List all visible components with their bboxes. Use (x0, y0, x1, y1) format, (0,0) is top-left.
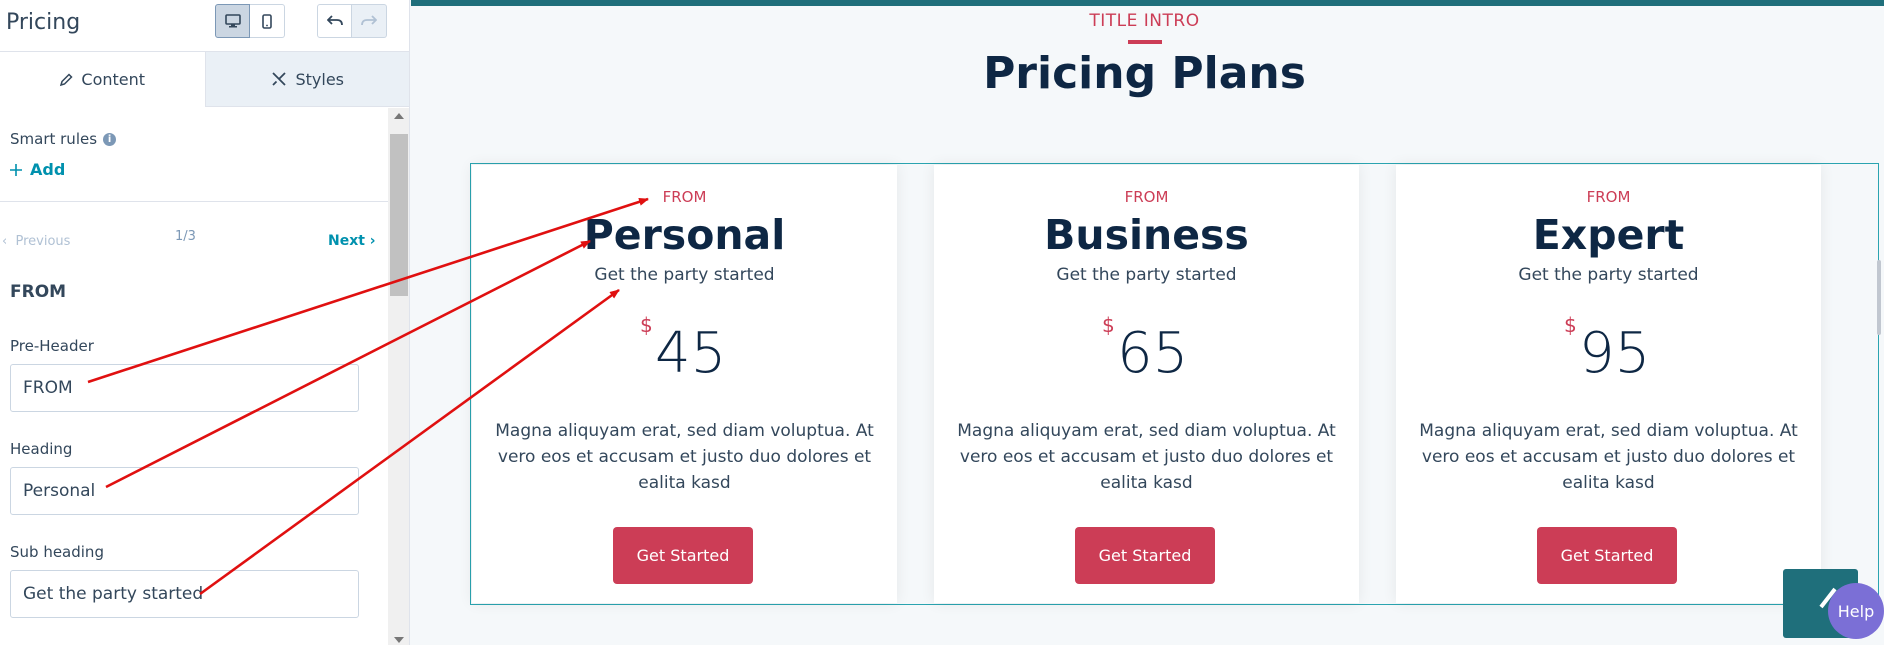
card-subheading: Get the party started (1056, 265, 1237, 285)
add-smart-rule-button[interactable]: Add (10, 160, 65, 179)
card-preheader: FROM (1586, 188, 1631, 206)
get-started-button[interactable]: Get Started (1075, 527, 1215, 584)
next-button[interactable]: Next › (328, 233, 376, 249)
info-icon[interactable]: i (103, 132, 117, 146)
sub-heading-label: Sub heading (10, 543, 104, 561)
preview-top-bar (411, 0, 1884, 6)
scroll-up-arrow[interactable] (394, 113, 404, 119)
pricing-card-business[interactable]: FROM Business Get the party started $ 65… (934, 165, 1359, 603)
styles-icon (272, 72, 287, 86)
card-currency: $ (1102, 313, 1115, 337)
card-description: Magna aliquyam erat, sed diam voluptua. … (957, 421, 1336, 493)
panel-body: Smart rules i Add ‹ Previous 1/3 Next › … (0, 108, 388, 645)
tab-content[interactable]: Content (0, 52, 205, 107)
next-label: Next (328, 233, 365, 249)
pricing-title: Pricing Plans (983, 48, 1306, 99)
card-subheading: Get the party started (1518, 265, 1699, 285)
panel-tabs: Content Styles (0, 52, 409, 107)
intro-underline (1128, 40, 1162, 44)
previous-button[interactable]: ‹ Previous (2, 234, 70, 249)
pricing-card-expert[interactable]: FROM Expert Get the party started $ 95 M… (1396, 165, 1821, 603)
card-subheading: Get the party started (594, 265, 775, 285)
mobile-view-button[interactable] (250, 4, 285, 38)
card-heading: Business (1044, 211, 1249, 259)
help-button[interactable]: Help (1828, 583, 1884, 639)
pager-count: 1/3 (175, 229, 196, 244)
sub-heading-input[interactable]: Get the party started (10, 570, 359, 618)
panel-scrollbar[interactable] (388, 108, 409, 645)
card-price: 95 (1579, 321, 1651, 386)
pricing-card-personal[interactable]: FROM Personal Get the party started $ 45… (472, 165, 897, 603)
scroll-down-arrow[interactable] (394, 637, 404, 643)
tab-styles[interactable]: Styles (204, 52, 409, 107)
pre-header-input[interactable]: FROM (10, 364, 359, 412)
get-started-button[interactable]: Get Started (613, 527, 753, 584)
card-preheader: FROM (1124, 188, 1169, 206)
mobile-icon (262, 13, 272, 29)
smart-rules-label: Smart rules i (10, 130, 117, 148)
desktop-view-button[interactable] (215, 4, 250, 38)
add-label: Add (30, 160, 66, 179)
card-heading: Personal (583, 211, 786, 259)
card-currency: $ (1564, 313, 1577, 337)
plus-icon (10, 163, 22, 176)
get-started-button[interactable]: Get Started (1537, 527, 1677, 584)
card-preheader: FROM (662, 188, 707, 206)
smart-rules-text: Smart rules (10, 130, 98, 148)
card-price: 45 (655, 321, 727, 386)
panel-header: Pricing (0, 0, 409, 52)
pencil-icon (60, 72, 73, 86)
redo-icon (361, 15, 377, 26)
page-preview: TITLE INTRO Pricing Plans FROM Personal … (411, 0, 1884, 645)
pre-header-label: Pre-Header (10, 337, 94, 355)
preview-scrollbar[interactable] (1877, 260, 1881, 335)
panel-title: Pricing (6, 10, 81, 35)
card-heading: Expert (1532, 211, 1685, 259)
tab-styles-label: Styles (295, 69, 345, 89)
tab-content-label: Content (81, 70, 146, 89)
card-price: 65 (1117, 321, 1189, 386)
title-intro: TITLE INTRO (1089, 11, 1200, 31)
heading-label: Heading (10, 440, 73, 458)
previous-label: Previous (15, 234, 71, 249)
card-description: Magna aliquyam erat, sed diam voluptua. … (1419, 421, 1798, 493)
card-currency: $ (640, 313, 653, 337)
card-description: Magna aliquyam erat, sed diam voluptua. … (495, 421, 874, 493)
history-controls (317, 4, 387, 38)
undo-button[interactable] (317, 4, 352, 38)
desktop-icon (224, 14, 241, 28)
device-toggle (215, 4, 285, 38)
undo-icon (326, 15, 343, 26)
section-title: FROM (10, 282, 67, 302)
scroll-thumb[interactable] (390, 134, 408, 296)
editor-panel: Pricing Content Styles Smart rules i Add… (0, 0, 410, 645)
divider (0, 201, 388, 202)
redo-button[interactable] (352, 4, 387, 38)
heading-input[interactable]: Personal (10, 467, 359, 515)
